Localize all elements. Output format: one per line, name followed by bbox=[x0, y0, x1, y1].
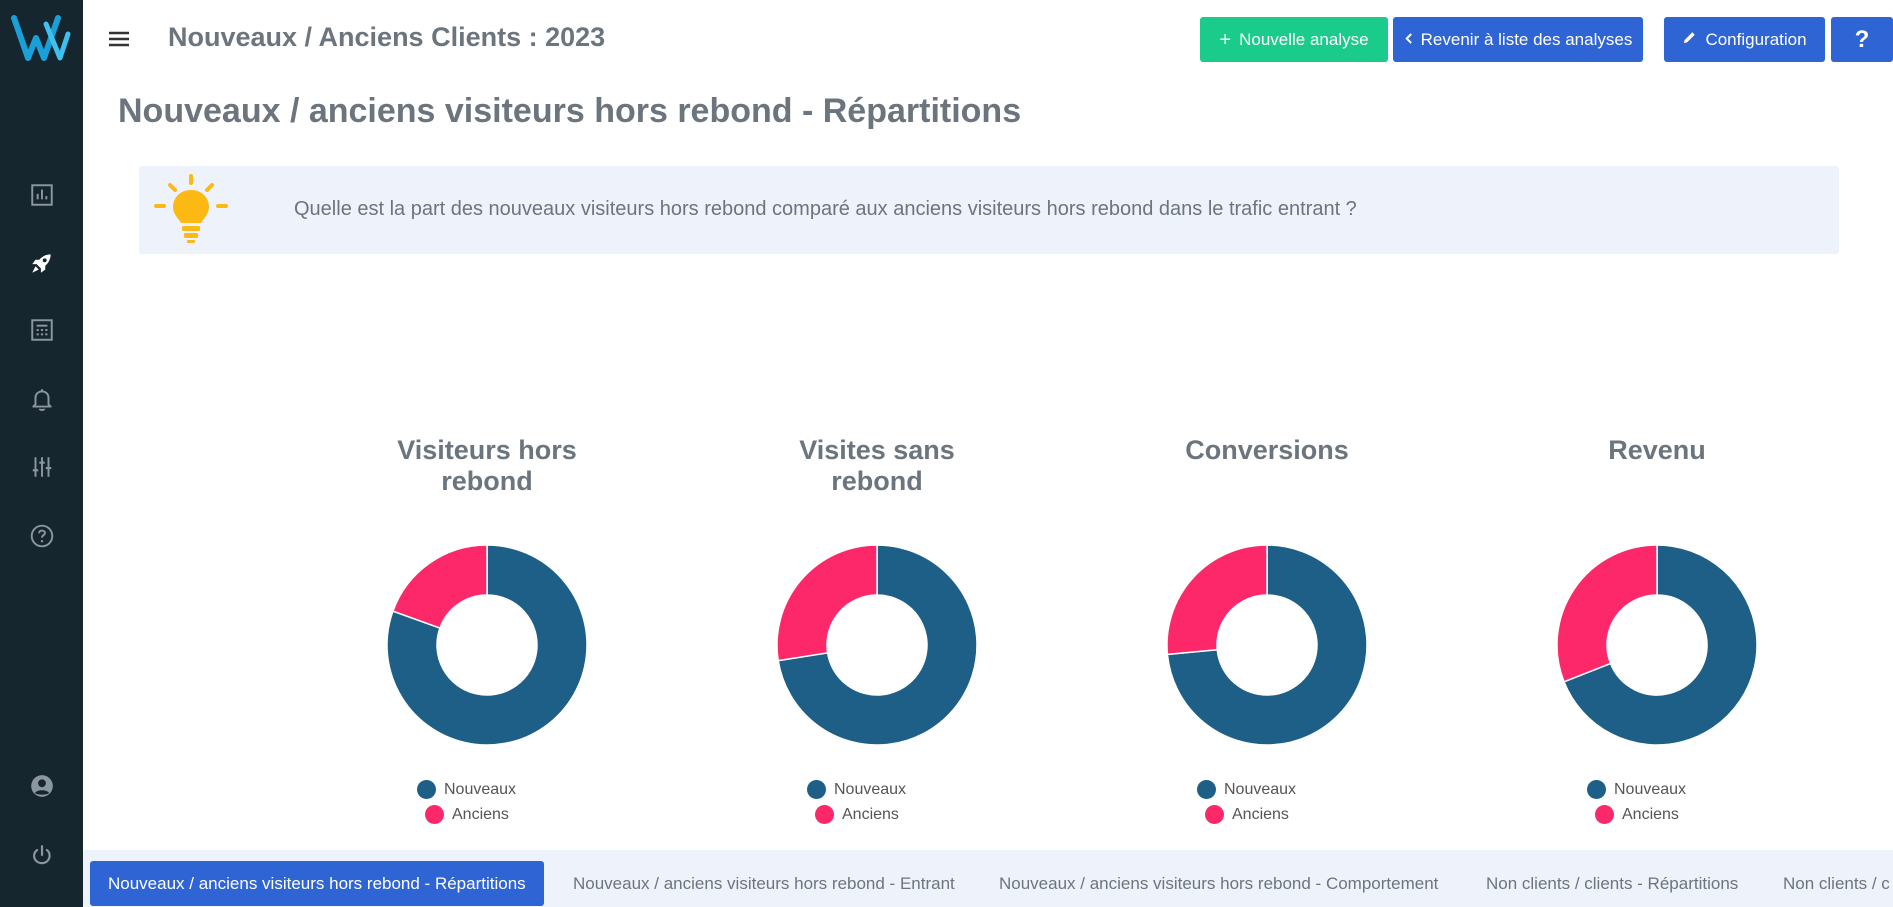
donut-chart[interactable] bbox=[767, 535, 987, 755]
legend-swatch bbox=[425, 805, 444, 824]
legend-swatch bbox=[1595, 805, 1614, 824]
legend-label: Nouveaux bbox=[444, 780, 517, 798]
legend-label: Anciens bbox=[1622, 805, 1679, 823]
user-icon[interactable] bbox=[27, 771, 57, 801]
top-bar: Nouveaux / Anciens Clients : 2023 + Nouv… bbox=[83, 0, 1893, 80]
analysis-tabs: Nouveaux / anciens visiteurs hors rebond… bbox=[83, 850, 1893, 907]
legend-item-nouveaux[interactable]: Nouveaux bbox=[1197, 777, 1367, 802]
tab-non-clients-repartitions[interactable]: Non clients / clients - Répartitions bbox=[1486, 861, 1738, 906]
chart-title-line: Revenu bbox=[1608, 435, 1706, 465]
donut-chart[interactable] bbox=[377, 535, 597, 755]
legend-swatch bbox=[815, 805, 834, 824]
legend-item-nouveaux[interactable]: Nouveaux bbox=[417, 777, 587, 802]
chart-title: Conversions bbox=[1102, 435, 1432, 466]
help-circle-icon[interactable] bbox=[27, 521, 57, 551]
legend-label: Nouveaux bbox=[834, 780, 907, 798]
donut-slice-anciens[interactable] bbox=[1166, 544, 1268, 656]
chevron-left-icon bbox=[1404, 30, 1413, 50]
sidebar bbox=[0, 0, 83, 907]
configuration-button[interactable]: Configuration bbox=[1664, 17, 1825, 62]
legend-item-anciens[interactable]: Anciens bbox=[1587, 802, 1757, 827]
bell-icon[interactable] bbox=[27, 384, 57, 414]
chart-legend: Nouveaux Anciens bbox=[1197, 777, 1367, 827]
tab-repartitions[interactable]: Nouveaux / anciens visiteurs hors rebond… bbox=[90, 861, 544, 906]
chart-title-line: Visiteurs hors bbox=[397, 435, 577, 465]
page-title: Nouveaux / anciens visiteurs hors rebond… bbox=[118, 92, 1022, 130]
plus-icon: + bbox=[1219, 28, 1232, 51]
legend-swatch bbox=[807, 780, 826, 799]
back-to-list-button[interactable]: Revenir à liste des analyses bbox=[1393, 17, 1643, 62]
chart-title-line: rebond bbox=[831, 466, 923, 496]
power-icon[interactable] bbox=[27, 841, 57, 871]
help-button[interactable]: ? bbox=[1831, 17, 1893, 62]
donut-chart[interactable] bbox=[1547, 535, 1767, 755]
legend-label: Anciens bbox=[1232, 805, 1289, 823]
legend-item-anciens[interactable]: Anciens bbox=[1197, 802, 1367, 827]
app-logo[interactable] bbox=[10, 10, 72, 72]
chart-legend: Nouveaux Anciens bbox=[807, 777, 977, 827]
info-box: Quelle est la part des nouveaux visiteur… bbox=[139, 166, 1839, 254]
chart-title-line: Visites sans bbox=[799, 435, 955, 465]
lightbulb-icon bbox=[153, 172, 229, 248]
sliders-icon[interactable] bbox=[27, 452, 57, 482]
table-icon[interactable] bbox=[27, 315, 57, 345]
main-content: Nouveaux / anciens visiteurs hors rebond… bbox=[83, 80, 1893, 850]
legend-label: Anciens bbox=[452, 805, 509, 823]
pencil-icon bbox=[1682, 30, 1697, 50]
legend-item-anciens[interactable]: Anciens bbox=[417, 802, 587, 827]
chart-title-line: rebond bbox=[441, 466, 533, 496]
configuration-label: Configuration bbox=[1705, 29, 1807, 49]
back-to-list-label: Revenir à liste des analyses bbox=[1420, 29, 1633, 49]
legend-swatch bbox=[417, 780, 436, 799]
legend-swatch bbox=[1197, 780, 1216, 799]
donut-chart[interactable] bbox=[1157, 535, 1377, 755]
legend-item-nouveaux[interactable]: Nouveaux bbox=[1587, 777, 1757, 802]
menu-icon[interactable] bbox=[106, 26, 132, 52]
info-question-text: Quelle est la part des nouveaux visiteur… bbox=[294, 198, 1357, 220]
legend-label: Anciens bbox=[842, 805, 899, 823]
legend-item-nouveaux[interactable]: Nouveaux bbox=[807, 777, 977, 802]
tab-comportement[interactable]: Nouveaux / anciens visiteurs hors rebond… bbox=[999, 861, 1438, 906]
legend-swatch bbox=[1205, 805, 1224, 824]
legend-label: Nouveaux bbox=[1224, 780, 1297, 798]
legend-label: Nouveaux bbox=[1614, 780, 1687, 798]
chart-legend: Nouveaux Anciens bbox=[417, 777, 587, 827]
new-analysis-label: Nouvelle analyse bbox=[1239, 29, 1369, 49]
new-analysis-button[interactable]: + Nouvelle analyse bbox=[1200, 17, 1388, 62]
tab-entrant[interactable]: Nouveaux / anciens visiteurs hors rebond… bbox=[573, 861, 955, 906]
chart-title: Visites sans rebond bbox=[712, 435, 1042, 497]
app-title: Nouveaux / Anciens Clients : 2023 bbox=[168, 22, 606, 52]
donut-slice-anciens[interactable] bbox=[776, 544, 878, 662]
bar-chart-icon[interactable] bbox=[27, 180, 57, 210]
help-label: ? bbox=[1854, 25, 1870, 53]
chart-legend: Nouveaux Anciens bbox=[1587, 777, 1757, 827]
legend-item-anciens[interactable]: Anciens bbox=[807, 802, 977, 827]
donut-slice-anciens[interactable] bbox=[391, 544, 488, 630]
tab-non-clients-more[interactable]: Non clients / c bbox=[1783, 861, 1890, 906]
legend-swatch bbox=[1587, 780, 1606, 799]
donut-slice-anciens[interactable] bbox=[1556, 544, 1658, 683]
chart-title: Revenu bbox=[1492, 435, 1822, 466]
rocket-icon[interactable] bbox=[27, 248, 57, 278]
chart-title-line: Conversions bbox=[1185, 435, 1349, 465]
chart-title: Visiteurs hors rebond bbox=[322, 435, 652, 497]
